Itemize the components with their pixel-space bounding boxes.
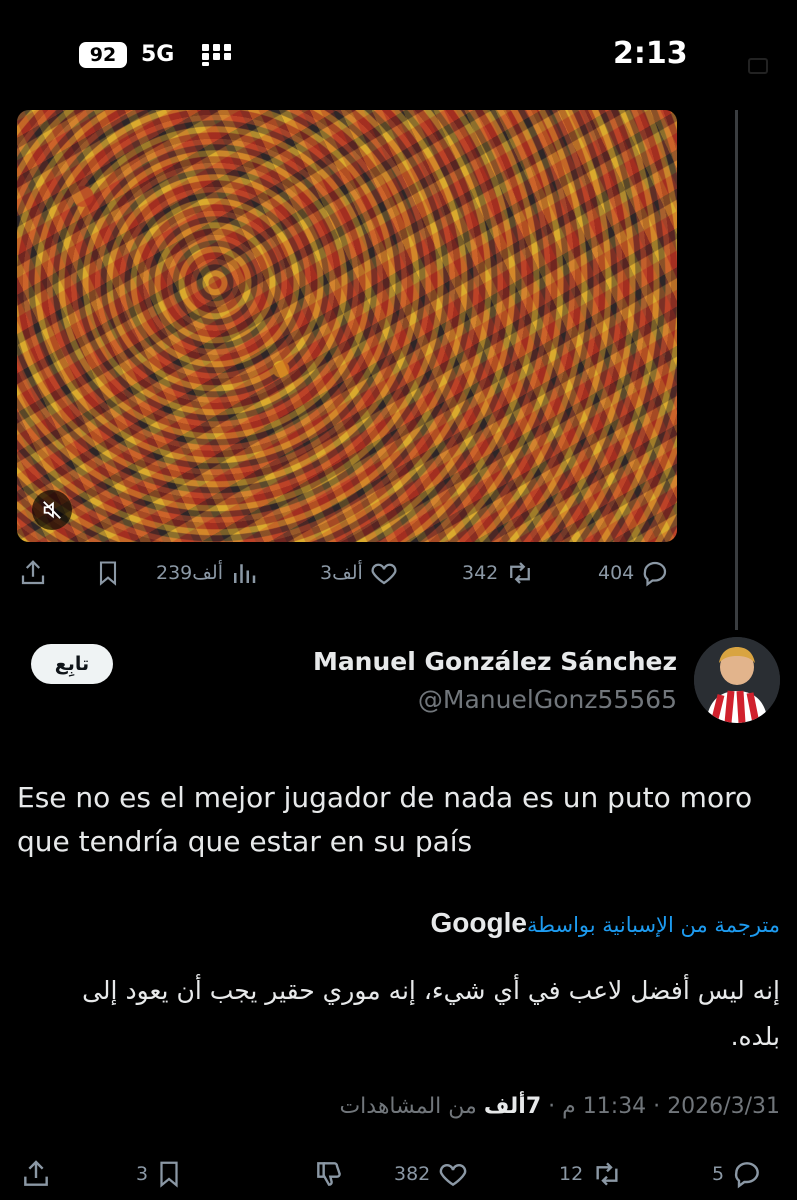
dislike-button[interactable] xyxy=(312,1158,346,1190)
retweet-button[interactable]: 342 xyxy=(456,558,536,588)
camera-icon xyxy=(748,58,768,74)
avatar-image xyxy=(694,637,780,723)
replies-count: 404 xyxy=(598,562,635,584)
mute-icon xyxy=(43,501,61,519)
tweet-date: 2026/3/31 xyxy=(667,1094,780,1119)
share-button[interactable] xyxy=(18,558,48,588)
reply-bookmark-button[interactable]: 3 xyxy=(130,1158,184,1190)
video-frame-overlay xyxy=(17,110,677,542)
retweets-count: 342 xyxy=(462,562,499,584)
dislike-icon xyxy=(317,1162,341,1186)
translated-by-label: مترجمة من الإسبانية بواسطة xyxy=(526,913,780,937)
status-time: 2:13 xyxy=(613,36,688,71)
reply-icon xyxy=(735,1162,759,1189)
bookmark-icon xyxy=(160,1161,178,1188)
reply-like-button[interactable]: 382 xyxy=(388,1158,470,1190)
views-count-meta: 7ألف xyxy=(483,1094,542,1119)
share-icon xyxy=(24,1160,48,1186)
bookmark-button[interactable] xyxy=(94,558,122,588)
signal-icon xyxy=(198,44,236,66)
views-label: من المشاهدات xyxy=(339,1094,477,1119)
share-icon xyxy=(21,560,45,585)
reply-share-button[interactable] xyxy=(20,1158,52,1190)
tweet-text: Ese no es el mejor jugador de nada es un… xyxy=(17,781,753,858)
battery-indicator: 92 xyxy=(79,42,127,68)
video-player[interactable] xyxy=(17,110,677,542)
reply-retweets-count: 12 xyxy=(559,1163,584,1185)
views-count: 239ألف xyxy=(156,562,224,584)
follow-button[interactable]: تابِع xyxy=(31,644,113,684)
reply-retweet-button[interactable]: 12 xyxy=(553,1158,625,1190)
reply-icon xyxy=(643,561,667,587)
retweet-icon xyxy=(510,562,531,584)
avatar[interactable] xyxy=(694,637,780,723)
bookmark-icon xyxy=(99,561,117,586)
likes-count: 3ألف xyxy=(320,562,363,584)
reply-button[interactable]: 404 xyxy=(592,558,670,588)
like-icon xyxy=(371,563,397,585)
network-indicator: 5G xyxy=(141,42,175,67)
reply-reply-button[interactable]: 5 xyxy=(706,1158,764,1190)
like-button[interactable]: 3ألف xyxy=(314,558,399,588)
thread-line xyxy=(735,110,738,630)
mute-button[interactable] xyxy=(32,490,72,530)
translated-text: إنه ليس أفضل لاعب في أي شيء، إنه موري حق… xyxy=(82,976,780,1051)
retweet-icon xyxy=(596,1162,618,1186)
reply-replies-count: 5 xyxy=(712,1163,725,1185)
reply-likes-count: 382 xyxy=(394,1163,431,1185)
author-handle[interactable]: @ManuelGonz55565 xyxy=(418,685,677,714)
views-button[interactable]: 239ألف xyxy=(150,558,259,588)
translation-attribution[interactable]: مترجمة من الإسبانية بواسطةGoogle xyxy=(425,907,780,939)
views-icon xyxy=(234,564,256,583)
bookmarks-count: 3 xyxy=(136,1163,149,1185)
google-logo: Google xyxy=(430,907,527,938)
tweet-meta: 2026/3/31 · 11:34 م · 7ألف من المشاهدات xyxy=(339,1094,780,1119)
tweet-time: 11:34 م xyxy=(562,1094,647,1119)
author-name[interactable]: Manuel González Sánchez xyxy=(313,647,677,676)
like-icon xyxy=(439,1164,467,1187)
